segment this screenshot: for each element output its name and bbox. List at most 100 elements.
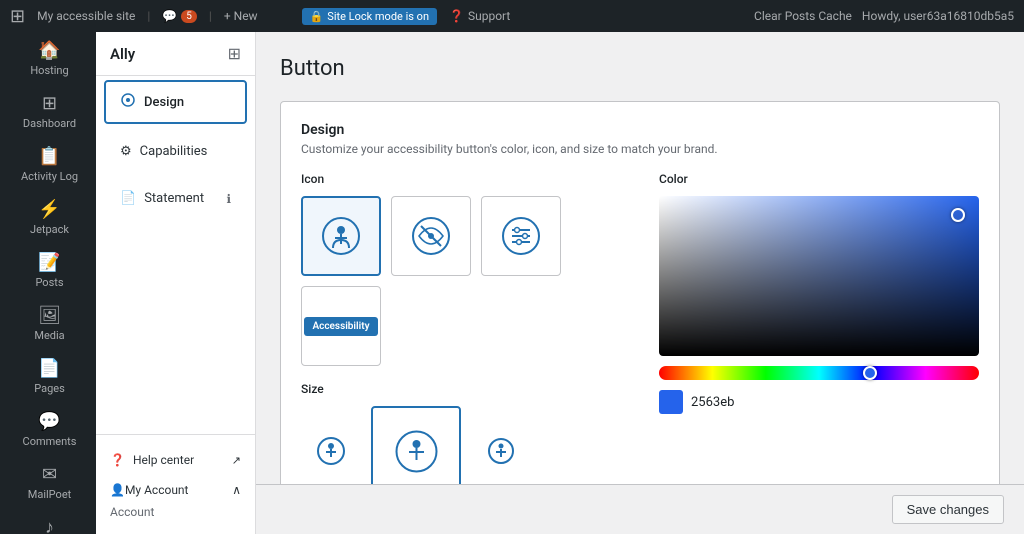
wp-logo-icon: ⊞	[10, 6, 25, 27]
help-center-link[interactable]: ❓ Help center ↗	[96, 445, 255, 475]
sidebar-item-dashboard[interactable]: ⊞ Dashboard	[0, 85, 96, 138]
comments-count: 💬 5	[162, 9, 197, 23]
help-center-icon: ❓	[110, 453, 125, 467]
design-section-desc: Customize your accessibility button's co…	[301, 142, 979, 156]
new-button[interactable]: + New	[224, 9, 258, 23]
comments-sidebar-icon: 💬	[38, 411, 60, 432]
site-lock-badge[interactable]: 🔒 Site Lock mode is on	[302, 8, 437, 25]
design-sub-icon	[120, 92, 136, 112]
color-picker: Color 2563eb	[659, 172, 979, 484]
sidebar-item-hosting[interactable]: 🏠 Hosting	[0, 32, 96, 85]
sidebar-item-tiktok[interactable]: ♪ TikTok	[0, 509, 96, 534]
help-center-label: Help center	[133, 453, 194, 467]
sidebar: 🏠 Hosting ⊞ Dashboard 📋 Activity Log ⚡ J…	[0, 32, 96, 534]
media-icon: 🖼	[38, 305, 61, 326]
ally-account-row[interactable]: 👤 My Account ∧	[96, 475, 255, 505]
top-bar: ⊞ My accessible site | 💬 5 | + New 🔒 Sit…	[0, 0, 1024, 32]
size-option-medium[interactable]	[371, 406, 461, 484]
activity-log-icon: 📋	[38, 146, 60, 167]
sidebar-label-dashboard: Dashboard	[23, 117, 76, 130]
color-gradient-picker[interactable]	[659, 196, 979, 356]
sidebar-label-pages: Pages	[34, 382, 65, 395]
save-changes-button[interactable]: Save changes	[892, 495, 1004, 524]
icon-option-person[interactable]	[301, 196, 381, 276]
ally-menu-capabilities[interactable]: ⚙ Capabilities	[104, 132, 247, 171]
color-value-row: 2563eb	[659, 390, 979, 414]
jetpack-icon: ⚡	[38, 199, 60, 220]
ally-panel-title: Ally	[110, 45, 135, 63]
dashboard-icon: ⊞	[42, 93, 57, 114]
sidebar-item-jetpack[interactable]: ⚡ Jetpack	[0, 191, 96, 244]
howdy-text: Howdy, user63a16810db5a5	[862, 9, 1014, 23]
sidebar-label-posts: Posts	[35, 276, 63, 289]
separator2: |	[209, 9, 212, 23]
account-icon: 👤	[110, 483, 125, 497]
clear-cache-button[interactable]: Clear Posts Cache	[754, 9, 852, 23]
ally-design-label: Design	[144, 95, 184, 110]
design-section-title: Design	[301, 122, 979, 138]
main-content: Button Design Customize your accessibili…	[256, 32, 1024, 484]
pages-icon: 📄	[38, 358, 60, 379]
account-expand-icon: ∧	[232, 483, 241, 497]
account-sub-label: Account	[96, 505, 255, 524]
hue-slider-cursor	[863, 366, 877, 380]
ally-menu-design[interactable]: Design	[104, 80, 247, 124]
color-picker-cursor	[951, 208, 965, 222]
ally-footer: ❓ Help center ↗ 👤 My Account ∧ Account	[96, 434, 255, 534]
sidebar-item-mailpoet[interactable]: ✉ MailPoet	[0, 456, 96, 509]
grid-icon[interactable]: ⊞	[228, 44, 241, 63]
icon-sub-label: Icon	[301, 172, 639, 186]
top-bar-right: Clear Posts Cache Howdy, user63a16810db5…	[754, 9, 1014, 23]
icon-option-eye-off[interactable]	[391, 196, 471, 276]
footer-bar: Save changes	[256, 484, 1024, 534]
site-name[interactable]: My accessible site	[37, 9, 135, 23]
support-icon: ❓	[449, 9, 464, 23]
sidebar-label-comments: Comments	[23, 435, 77, 448]
design-section: Design Customize your accessibility butt…	[280, 101, 1000, 484]
statement-sub-icon: 📄	[120, 191, 136, 206]
sidebar-item-posts[interactable]: 📝 Posts	[0, 244, 96, 297]
size-option-small[interactable]	[301, 421, 361, 481]
page-title: Button	[280, 56, 1000, 81]
support-link[interactable]: ❓ Support	[449, 9, 510, 23]
sidebar-item-activity-log[interactable]: 📋 Activity Log	[0, 138, 96, 191]
ally-menu-statement[interactable]: 📄 Statement ℹ	[104, 179, 247, 218]
sidebar-label-mailpoet: MailPoet	[28, 488, 72, 501]
sidebar-label-activity-log: Activity Log	[21, 170, 78, 183]
sidebar-item-comments[interactable]: 💬 Comments	[0, 403, 96, 456]
sidebar-label-jetpack: Jetpack	[30, 223, 69, 236]
design-layout: Icon	[301, 172, 979, 484]
tiktok-icon: ♪	[45, 517, 54, 534]
sidebar-item-media[interactable]: 🖼 Media	[0, 297, 96, 350]
size-option-large[interactable]	[471, 421, 531, 481]
ally-statement-label: Statement	[144, 191, 204, 206]
icon-option-text[interactable]: Accessibility	[301, 286, 381, 366]
posts-icon: 📝	[38, 252, 60, 273]
sidebar-label-media: Media	[34, 329, 64, 342]
design-left: Icon	[301, 172, 639, 484]
color-swatch[interactable]	[659, 390, 683, 414]
color-hex-value[interactable]: 2563eb	[691, 395, 734, 410]
ally-header: Ally ⊞	[96, 32, 255, 76]
mailpoet-icon: ✉	[42, 464, 57, 485]
ally-capabilities-label: Capabilities	[140, 144, 208, 159]
statement-info-icon: ℹ	[226, 192, 231, 206]
size-grid	[301, 406, 639, 484]
accessibility-btn-text: Accessibility	[304, 317, 377, 336]
capabilities-sub-icon: ⚙	[120, 144, 132, 159]
color-label: Color	[659, 172, 979, 186]
sidebar-label-hosting: Hosting	[30, 64, 68, 77]
separator: |	[147, 9, 150, 23]
content-area: Ally ⊞ Design ⚙ Capabilities 📄 Statement	[96, 32, 1024, 534]
hosting-icon: 🏠	[38, 40, 60, 61]
size-sub-label: Size	[301, 382, 639, 396]
hue-slider[interactable]	[659, 366, 979, 380]
lock-icon: 🔒	[310, 10, 324, 23]
icon-option-sliders[interactable]	[481, 196, 561, 276]
comments-icon: 💬	[162, 9, 177, 23]
ally-submenu: Ally ⊞ Design ⚙ Capabilities 📄 Statement	[96, 32, 256, 534]
sidebar-item-pages[interactable]: 📄 Pages	[0, 350, 96, 403]
main-layout: 🏠 Hosting ⊞ Dashboard 📋 Activity Log ⚡ J…	[0, 32, 1024, 534]
my-account-label: My Account	[125, 483, 189, 497]
external-link-icon: ↗	[232, 454, 241, 467]
